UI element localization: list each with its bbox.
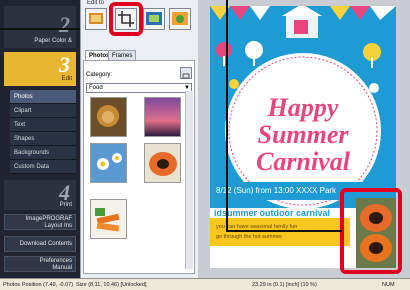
- frame-tool-icon[interactable]: [143, 8, 165, 30]
- sidebar-item-custom-data[interactable]: Custom Data: [10, 160, 76, 174]
- photo-highlight: [340, 188, 402, 274]
- poster-title-line-3: Carnival: [256, 147, 350, 176]
- poster-tagline-2: go through the hot summer: [216, 234, 283, 240]
- sidebar-item-text[interactable]: Text: [10, 118, 76, 132]
- effect-tool-icon[interactable]: [169, 8, 191, 30]
- sidebar-item-clipart[interactable]: Clipart: [10, 104, 76, 118]
- button-line-1: Preferences: [39, 258, 72, 264]
- poster-date: 8/12 (Sun) from 13:00 XXXX Park: [216, 186, 337, 195]
- download-contents-button[interactable]: Download Contents: [4, 236, 76, 252]
- callout-line-left: [0, 28, 86, 30]
- button-line-1: Download Contents: [19, 241, 72, 247]
- sidebar-item-backgrounds[interactable]: Backgrounds: [10, 146, 76, 160]
- status-mode: Photos: [3, 282, 21, 288]
- edit-panel: Edit to Photos Frames Category: Food ▼: [80, 0, 199, 278]
- poster-title-line-2: Summer: [257, 120, 349, 149]
- imageprograf-layout-button[interactable]: ImagePROGRAF Layout Ins: [4, 214, 76, 230]
- callout-line-vertical: [226, 22, 228, 232]
- status-size: Size (8.11, 10.46) [Unlocked]: [76, 282, 147, 288]
- status-position: Position (7.49, -0.07): [22, 282, 74, 288]
- category-area: Category: Food ▼: [83, 60, 195, 274]
- step-3-caption: Edit: [61, 76, 72, 82]
- status-num: NUM: [382, 282, 395, 288]
- step-4-box[interactable]: 4 Print: [4, 180, 76, 210]
- category-options-button[interactable]: [180, 67, 192, 79]
- callout-line-top-right: [226, 0, 228, 22]
- scrollbar[interactable]: [185, 91, 193, 269]
- photo-tool-icon[interactable]: [85, 8, 107, 30]
- crop-highlight: [109, 2, 143, 36]
- thumbnail-flowers[interactable]: [90, 143, 127, 183]
- button-line-2: Layout Ins: [44, 223, 72, 229]
- steps-panel: 2 Paper Color & 3 Edit Photos Clipart Te…: [0, 0, 80, 278]
- button-line-2: Manual: [52, 265, 72, 271]
- status-bar: Photos Position (7.49, -0.07) Size (8.11…: [0, 278, 410, 290]
- app-window: 2 Paper Color & 3 Edit Photos Clipart Te…: [0, 0, 410, 290]
- status-zoom: 23.29 in (0.1) [inch] (10 %): [252, 282, 317, 288]
- edit-label: Edit to: [87, 0, 105, 6]
- button-line-1: ImagePROGRAF: [25, 216, 72, 222]
- step-4-caption: Print: [59, 202, 72, 208]
- category-select[interactable]: Food ▼: [86, 83, 192, 93]
- sidebar-item-shapes[interactable]: Shapes: [10, 132, 76, 146]
- sidebar-item-photos[interactable]: Photos: [10, 90, 76, 104]
- thumbnail-papaya[interactable]: [144, 143, 181, 183]
- preferences-button[interactable]: Preferences Manual: [4, 256, 76, 272]
- thumbnail-sunset[interactable]: [144, 97, 181, 137]
- step-3-number: 3: [59, 52, 70, 77]
- step-3-box[interactable]: 3 Edit: [4, 52, 76, 86]
- poster-title-line-1: Happy: [267, 93, 339, 122]
- preview-area: Happy Summer Carnival 8/12 (Sun) from 13…: [198, 0, 410, 278]
- thumbnail-carrots[interactable]: [90, 199, 127, 239]
- thumbnail-lion[interactable]: [90, 97, 127, 137]
- poster-subtitle: idsummer outdoor carnival: [214, 208, 331, 218]
- step-2-number: 2: [59, 12, 70, 37]
- category-value: Food: [89, 85, 103, 91]
- callout-line-horizontal: [226, 230, 342, 232]
- category-label: Category:: [86, 72, 113, 78]
- step-2-caption: Paper Color &: [34, 38, 72, 44]
- step-2-box[interactable]: 2 Paper Color &: [4, 6, 76, 48]
